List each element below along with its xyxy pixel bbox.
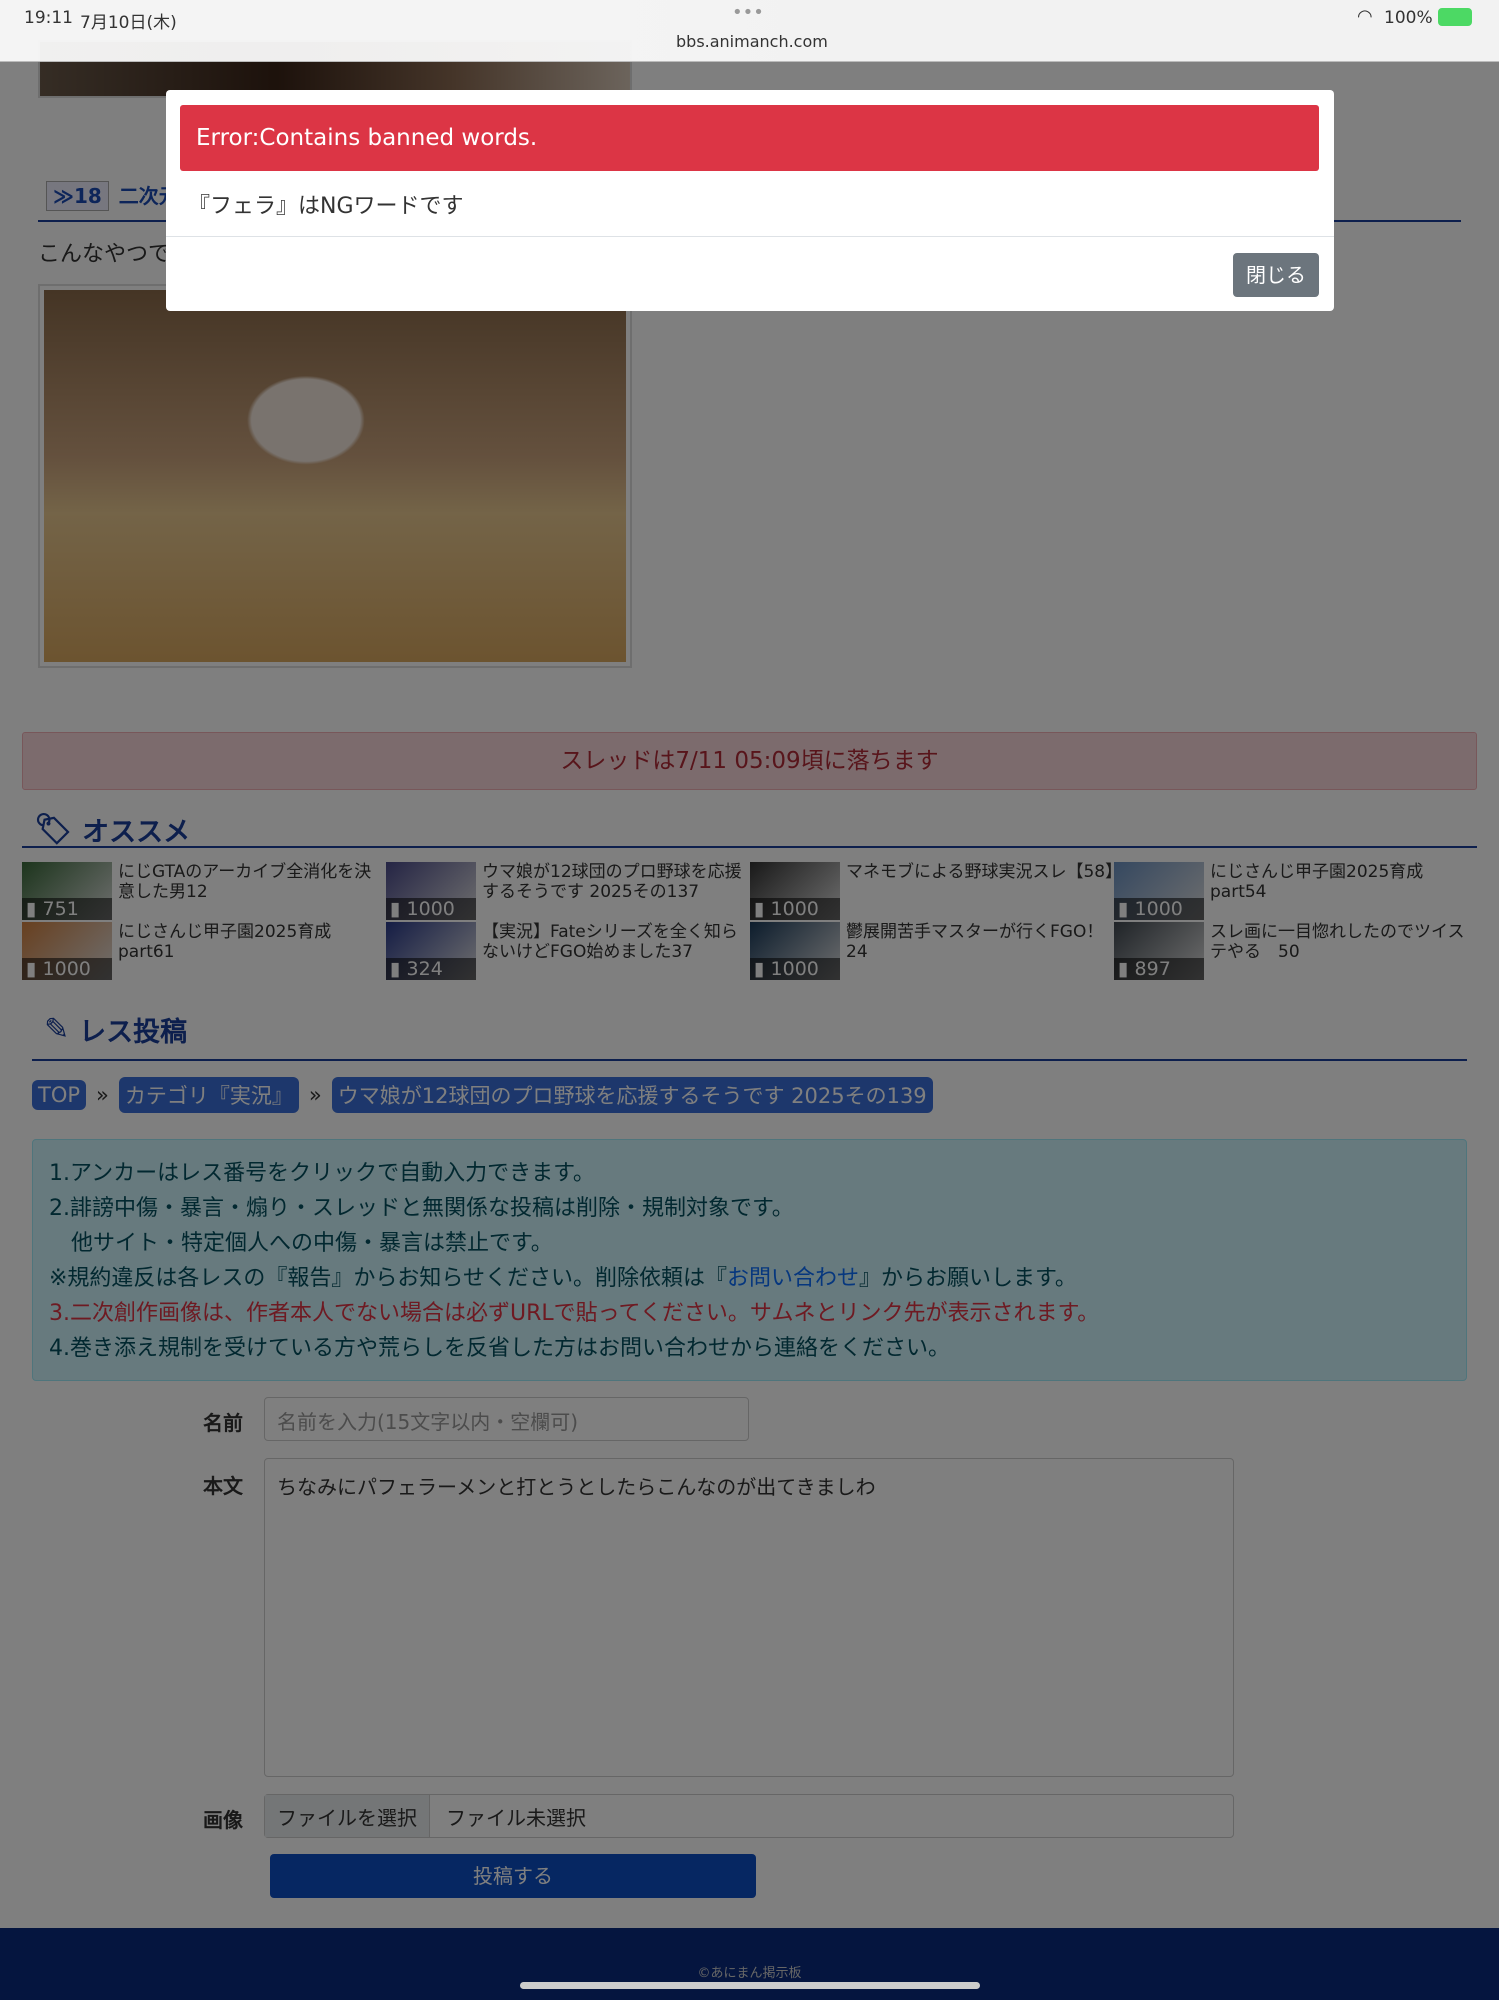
error-modal: Error:Contains banned words. 『フェラ』はNGワード… [166,90,1334,311]
battery-percent: 100% [1384,8,1433,28]
home-indicator[interactable] [520,1982,980,1989]
error-message: 『フェラ』はNGワードです [188,194,464,219]
battery-icon [1438,8,1472,26]
wifi-icon: ◠ [1357,6,1373,27]
error-alert: Error:Contains banned words. [180,105,1319,171]
modal-divider [166,236,1334,237]
close-button[interactable]: 閉じる [1233,253,1319,297]
status-time: 19:11 [24,8,73,28]
status-bar: 19:11 7月10日(木) ••• bbs.animanch.com ◠ 10… [0,0,1499,62]
status-date: 7月10日(木) [80,13,177,33]
more-dots-icon[interactable]: ••• [732,2,764,23]
url-bar[interactable]: bbs.animanch.com [676,32,828,51]
